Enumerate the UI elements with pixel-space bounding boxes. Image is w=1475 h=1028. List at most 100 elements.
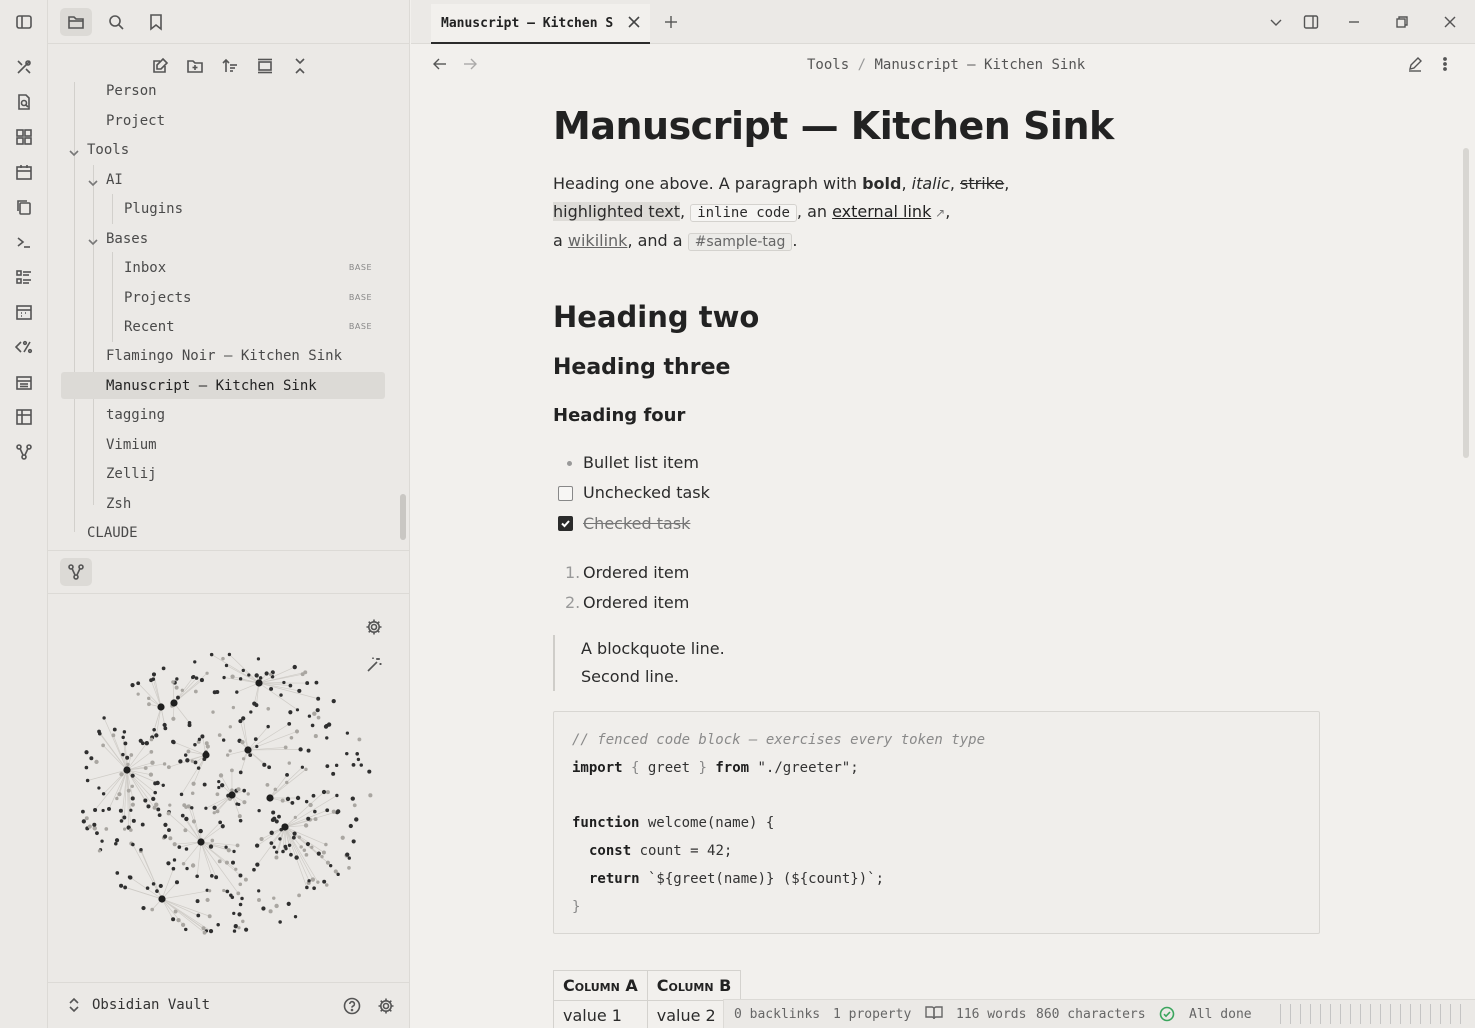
list-icon[interactable]	[12, 265, 36, 289]
graph-node	[236, 891, 241, 896]
graph-view-icon[interactable]	[60, 558, 92, 586]
breadcrumb-folder[interactable]: Tools	[807, 57, 849, 73]
tree-folder-ai[interactable]: AI	[106, 166, 386, 193]
italic-text: italic	[911, 174, 950, 193]
vault-switcher[interactable]: Obsidian Vault	[48, 982, 410, 1028]
tag[interactable]: #sample-tag	[687, 233, 793, 251]
graph-node	[288, 710, 293, 715]
task-checkbox[interactable]	[558, 486, 573, 501]
tab-manuscript[interactable]: Manuscript — Kitchen Sink	[431, 4, 650, 44]
close-icon[interactable]	[626, 14, 642, 34]
file-tree-scrollbar[interactable]	[400, 494, 406, 540]
main-editor-area: Manuscript — Kitchen Sink Tools / Manusc…	[411, 0, 1475, 1028]
graph-node	[325, 790, 330, 795]
graph-icon[interactable]	[12, 440, 36, 464]
sync-check-icon[interactable]	[1159, 1006, 1175, 1026]
graph-node	[141, 905, 146, 911]
graph-node	[149, 750, 154, 754]
sidebar-toggle-icon[interactable]	[12, 10, 36, 34]
tab-list-chevron-down-icon[interactable]	[1264, 10, 1288, 34]
graph-node	[152, 727, 156, 732]
chevron-updown-icon[interactable]	[58, 991, 90, 1019]
graph-hub-node	[255, 679, 263, 687]
tree-item-claude[interactable]: CLAUDE	[87, 519, 387, 546]
help-icon[interactable]	[336, 992, 368, 1020]
calendar-icon[interactable]	[12, 160, 36, 184]
chevron-down-icon[interactable]	[87, 174, 99, 187]
tree-item-recent[interactable]: Recent BASE	[124, 313, 372, 340]
graph-settings-gear-icon[interactable]	[358, 613, 390, 641]
calendar-alt-icon[interactable]	[12, 370, 36, 394]
settings-gear-icon[interactable]	[370, 992, 402, 1020]
tree-item-zsh[interactable]: Zsh	[106, 490, 386, 517]
vault-name[interactable]: Obsidian Vault	[92, 997, 210, 1013]
graph-node	[158, 883, 163, 889]
editor-scrollbar[interactable]	[1463, 148, 1469, 458]
graph-node	[193, 743, 197, 747]
regex-icon[interactable]	[12, 335, 36, 359]
graph-node	[161, 666, 166, 671]
external-link[interactable]: external link	[832, 202, 931, 221]
graph-node	[274, 903, 279, 909]
calendar-grid-icon[interactable]	[12, 300, 36, 324]
tree-item-projects[interactable]: Projects BASE	[124, 284, 372, 311]
copy-icon[interactable]	[12, 195, 36, 219]
tree-item-tagging[interactable]: tagging	[106, 401, 386, 428]
tree-item-project[interactable]: Project	[106, 107, 386, 134]
graph-node	[293, 914, 298, 919]
graph-node	[304, 799, 309, 804]
backlinks-count[interactable]: 0 backlinks	[734, 1007, 820, 1022]
chevron-down-icon[interactable]	[87, 233, 99, 246]
breadcrumb-file[interactable]: Manuscript — Kitchen Sink	[874, 57, 1085, 73]
tree-item-inbox[interactable]: Inbox BASE	[124, 254, 372, 281]
new-tab-plus-icon[interactable]	[659, 10, 683, 34]
forward-arrow-icon[interactable]	[458, 52, 482, 76]
bookmark-icon[interactable]	[140, 8, 172, 36]
graph-node	[217, 785, 221, 790]
graph-node	[198, 828, 203, 834]
local-graph[interactable]	[48, 595, 410, 981]
auto-reveal-icon[interactable]	[249, 52, 281, 80]
graph-node	[224, 845, 228, 849]
sort-icon[interactable]	[214, 52, 246, 80]
window-close-icon[interactable]	[1438, 10, 1462, 34]
search-doc-icon[interactable]	[12, 90, 36, 114]
tree-item-zellij[interactable]: Zellij	[106, 460, 386, 487]
new-folder-icon[interactable]	[179, 52, 211, 80]
terminal-icon[interactable]	[12, 230, 36, 254]
graph-node	[174, 685, 179, 690]
right-sidebar-toggle-icon[interactable]	[1299, 10, 1323, 34]
tools-icon[interactable]	[12, 55, 36, 79]
graph-node	[347, 866, 351, 870]
tree-item-vimium[interactable]: Vimium	[106, 431, 386, 458]
collapse-all-icon[interactable]	[284, 52, 316, 80]
tree-item-manuscript[interactable]: Manuscript — Kitchen Sink	[61, 372, 385, 399]
magic-wand-icon[interactable]	[358, 651, 390, 679]
graph-node	[92, 822, 97, 827]
graph-node	[297, 893, 301, 898]
chevron-down-icon[interactable]	[68, 144, 80, 157]
tree-item-person[interactable]: Person	[106, 82, 386, 104]
tree-item-plugins[interactable]: Plugins	[124, 195, 384, 222]
search-icon[interactable]	[100, 8, 132, 36]
tree-folder-bases[interactable]: Bases	[106, 225, 386, 252]
edit-pencil-icon[interactable]	[1403, 52, 1427, 76]
graph-canvas[interactable]	[48, 595, 410, 981]
task-checkbox-checked[interactable]	[558, 516, 573, 531]
new-note-icon[interactable]	[144, 52, 176, 80]
graph-node	[186, 749, 191, 754]
graph-node	[207, 914, 212, 919]
minimize-icon[interactable]	[1342, 10, 1366, 34]
reading-book-icon[interactable]	[925, 1005, 943, 1025]
back-arrow-icon[interactable]	[428, 52, 452, 76]
tree-item-flamingo[interactable]: Flamingo Noir — Kitchen Sink	[106, 342, 386, 369]
tree-folder-tools[interactable]: Tools	[87, 136, 387, 163]
grid-icon[interactable]	[12, 125, 36, 149]
files-folder-icon[interactable]	[60, 8, 92, 36]
wikilink[interactable]: wikilink	[568, 231, 628, 250]
property-count[interactable]: 1 property	[833, 1007, 911, 1022]
graph-node	[211, 710, 215, 714]
table-icon[interactable]	[12, 405, 36, 429]
restore-icon[interactable]	[1390, 10, 1414, 34]
more-options-icon[interactable]	[1433, 52, 1457, 76]
